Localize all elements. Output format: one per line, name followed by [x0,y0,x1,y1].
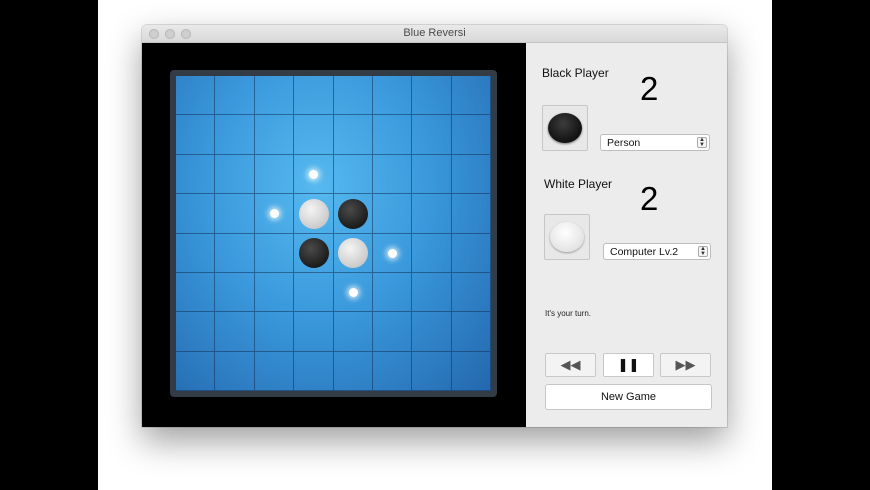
board-cell[interactable] [451,76,491,116]
board-cell[interactable] [412,312,452,352]
board-cell[interactable] [451,115,491,155]
board-cell[interactable] [254,76,295,116]
board-cell[interactable] [176,154,216,195]
status-message: It's your turn. [545,309,591,318]
white-player-piece-box [544,214,590,260]
rewind-icon: ◀◀ [560,357,581,372]
board-cell[interactable] [412,115,452,155]
board-cell[interactable] [412,351,452,391]
board-cell[interactable] [254,272,295,313]
pause-button[interactable]: ❚❚ [603,353,654,377]
board-cell[interactable] [294,272,334,313]
board-cell[interactable] [215,272,255,313]
board-area [142,43,526,427]
board-cell[interactable] [294,312,334,352]
board-cell[interactable] [176,272,216,313]
board-cell[interactable] [412,154,452,195]
board-frame [170,70,497,397]
pause-icon: ❚❚ [617,357,640,372]
board-cell[interactable] [372,76,413,116]
board-cell[interactable] [215,194,255,234]
board-cell[interactable] [333,154,373,195]
board-cell[interactable] [254,351,295,391]
board-cell[interactable] [372,154,413,195]
black-disc [298,238,329,269]
rewind-button[interactable]: ◀◀ [545,353,596,377]
board-cell[interactable] [372,115,413,155]
board-cell[interactable] [176,115,216,155]
board-cell[interactable] [254,233,295,273]
board-cell[interactable] [451,194,491,234]
white-player-type-select[interactable]: Computer Lv.2 ▲ ▼ [603,243,711,260]
board-cell[interactable] [294,76,334,116]
board-cell[interactable] [451,233,491,273]
board-cell[interactable] [333,351,373,391]
board-cell[interactable] [372,194,413,234]
board-cell[interactable] [412,233,452,273]
board-cell[interactable] [254,312,295,352]
game-board[interactable] [176,76,491,391]
black-player-score: 2 [640,70,659,107]
legal-move-hint[interactable] [348,288,358,298]
title-bar: Blue Reversi [142,25,727,43]
black-player-label: Black Player [542,66,609,80]
white-disc [298,198,329,229]
select-stepper-icon: ▲ ▼ [698,246,708,257]
board-cell[interactable] [372,312,413,352]
fast-forward-button[interactable]: ▶▶ [660,353,711,377]
black-player-piece-box [542,105,588,151]
board-cell[interactable] [176,233,216,273]
board-cell[interactable] [333,115,373,155]
board-cell[interactable] [412,76,452,116]
black-player-type-value: Person [607,137,641,149]
board-cell[interactable] [372,272,413,313]
board-cell[interactable] [254,154,295,195]
board-cell[interactable] [294,115,334,155]
board-cell[interactable] [412,272,452,313]
board-cell[interactable] [215,76,255,116]
board-cell[interactable] [372,351,413,391]
board-cell[interactable] [176,194,216,234]
board-cell[interactable] [451,312,491,352]
board-cell[interactable] [451,154,491,195]
white-player-type-value: Computer Lv.2 [610,246,679,258]
board-cell[interactable] [176,76,216,116]
board-cell[interactable] [176,312,216,352]
black-disc-icon [548,113,582,143]
board-cell[interactable] [333,76,373,116]
black-disc [338,198,369,229]
legal-move-hint[interactable] [388,248,398,258]
board-cell[interactable] [451,351,491,391]
board-cell[interactable] [215,233,255,273]
side-panel: Black Player 2 Person ▲ ▼ White Player 2 … [526,43,727,427]
white-player-label: White Player [544,177,613,191]
board-cell[interactable] [215,351,255,391]
board-cell[interactable] [176,351,216,391]
app-window: Blue Reversi Black Player 2 Person ▲ ▼ Wh… [142,25,727,427]
board-cell[interactable] [412,194,452,234]
board-cell[interactable] [451,272,491,313]
black-player-type-select[interactable]: Person ▲ ▼ [600,134,710,151]
white-disc-icon [550,222,584,252]
board-cell[interactable] [294,351,334,391]
board-cell[interactable] [215,115,255,155]
board-cell[interactable] [215,312,255,352]
select-stepper-icon: ▲ ▼ [697,137,707,148]
window-title: Blue Reversi [403,27,466,39]
board-cell[interactable] [333,312,373,352]
white-player-score: 2 [640,180,659,217]
board-cell[interactable] [254,115,295,155]
board-cell[interactable] [215,154,255,195]
new-game-button[interactable]: New Game [545,384,712,410]
fast-forward-icon: ▶▶ [675,357,696,372]
